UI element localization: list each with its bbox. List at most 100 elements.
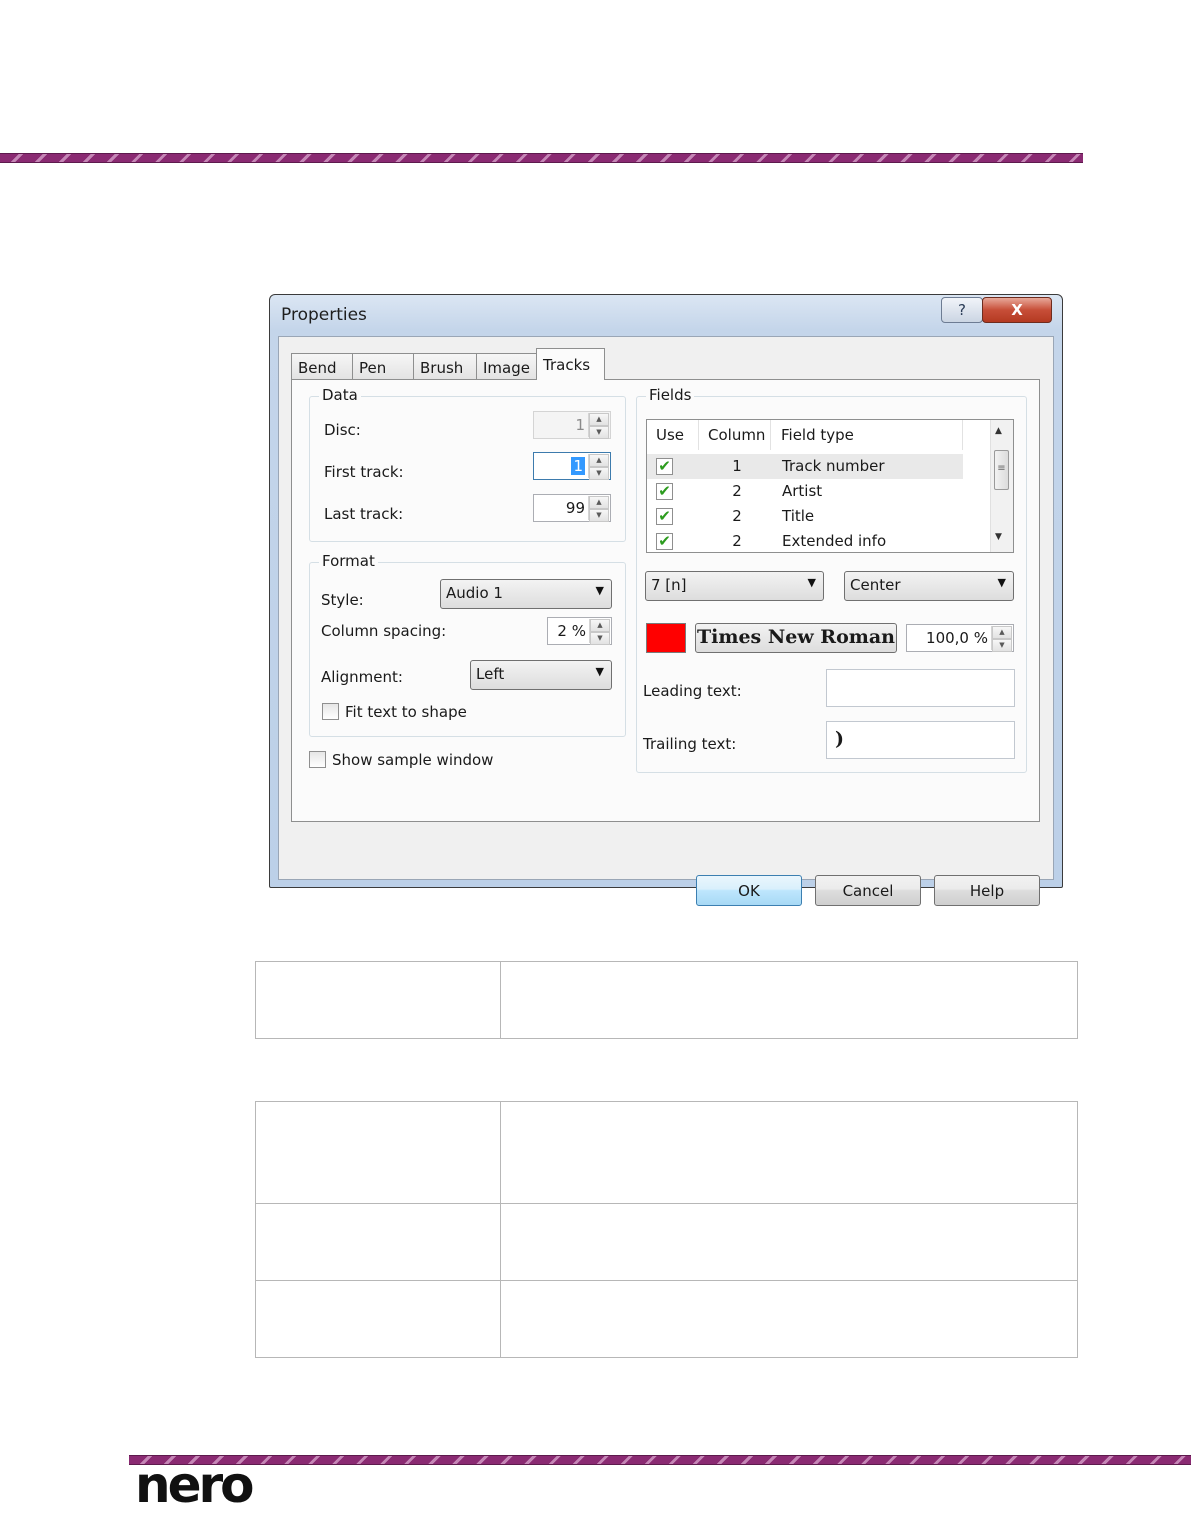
header-stripe: [0, 153, 1083, 163]
column-spacing-spinner[interactable]: 2 % ▲ ▼: [547, 617, 612, 645]
nero-logo: nero: [135, 1456, 255, 1514]
column-cell: 2: [732, 482, 742, 500]
field-type-cell: Artist: [782, 482, 823, 500]
column-cell: 2: [732, 532, 742, 550]
column-spacing-value: 2 %: [557, 622, 586, 640]
spin-up-icon[interactable]: ▲: [589, 413, 609, 426]
dropdown-arrow-icon: ▼: [595, 665, 604, 678]
column-header-use[interactable]: Use: [647, 420, 699, 450]
scroll-thumb[interactable]: ≡: [994, 450, 1009, 490]
tab-tracks[interactable]: Tracks: [536, 348, 605, 380]
use-checkbox[interactable]: ✔: [656, 533, 673, 550]
first-track-value: 1: [571, 457, 585, 475]
tab-label: Bend: [298, 359, 337, 377]
spin-down-icon[interactable]: ▼: [590, 632, 610, 645]
table-row: [255, 961, 1078, 1039]
font-scale-value: 100,0 %: [926, 629, 988, 647]
use-checkbox[interactable]: ✔: [656, 483, 673, 500]
tab-image[interactable]: Image: [476, 353, 537, 379]
column-cell: 1: [732, 457, 742, 475]
scroll-up-icon[interactable]: ▲: [995, 426, 1002, 436]
table-row: [255, 1101, 1078, 1204]
description-table-1: [255, 961, 1078, 1039]
spin-up-icon[interactable]: ▲: [589, 496, 609, 509]
help-button[interactable]: Help: [934, 875, 1040, 906]
field-type-cell: Extended info: [782, 532, 887, 550]
table-row: [255, 1280, 1078, 1358]
disc-value: 1: [575, 416, 585, 434]
spin-down-icon[interactable]: ▼: [992, 639, 1012, 652]
format-group: Format Style: Audio 1 ▼ Column spacing: …: [309, 552, 626, 737]
trailing-text-input[interactable]: ): [826, 721, 1015, 759]
tab-label: Tracks: [543, 356, 591, 374]
disc-spinner[interactable]: 1 ▲ ▼: [533, 411, 611, 439]
fields-group-label: Fields: [646, 386, 695, 404]
tab-pen[interactable]: Pen: [352, 353, 414, 379]
fields-list[interactable]: Use Column Field type ✔ 1 Track number ✔…: [646, 419, 1014, 553]
table-row[interactable]: ✔ 2 Artist: [647, 479, 963, 504]
style-label: Style:: [321, 591, 364, 609]
font-color-swatch[interactable]: [646, 623, 686, 653]
spin-up-icon[interactable]: ▲: [589, 454, 609, 467]
tab-label: Image: [483, 359, 530, 377]
field-align-combo[interactable]: Center ▼: [844, 571, 1014, 601]
tracks-tab-panel: Data Disc: 1 ▲ ▼ First track: 1 ▲ ▼ Last t…: [291, 379, 1040, 822]
dropdown-arrow-icon: ▼: [595, 584, 604, 597]
spin-up-icon[interactable]: ▲: [992, 626, 1012, 639]
last-track-label: Last track:: [324, 505, 404, 523]
question-icon: ?: [958, 301, 966, 319]
last-track-value: 99: [565, 499, 585, 517]
use-checkbox[interactable]: ✔: [656, 458, 673, 475]
show-sample-label: Show sample window: [332, 751, 494, 769]
fit-text-label: Fit text to shape: [345, 703, 467, 721]
fit-text-checkbox[interactable]: [322, 703, 339, 720]
leading-text-label: Leading text:: [643, 682, 742, 700]
table-row: [255, 1203, 1078, 1281]
scroll-down-icon[interactable]: ▼: [995, 532, 1002, 542]
data-group-label: Data: [319, 386, 361, 404]
field-type-cell: Track number: [782, 457, 885, 475]
leading-text-input[interactable]: [826, 669, 1015, 707]
style-value: Audio 1: [446, 584, 503, 602]
last-track-spinner[interactable]: 99 ▲ ▼: [533, 494, 611, 522]
properties-dialog: Properties ? X Bend Pen Brush Image Trac…: [269, 294, 1063, 906]
dialog-client-area: Bend Pen Brush Image Tracks Data Disc: 1…: [278, 336, 1054, 906]
spin-down-icon[interactable]: ▼: [589, 467, 609, 480]
alignment-value: Left: [476, 665, 505, 683]
tab-label: Pen: [359, 359, 387, 377]
spin-down-icon[interactable]: ▼: [589, 426, 609, 439]
first-track-spinner[interactable]: 1 ▲ ▼: [533, 452, 611, 480]
table-row[interactable]: ✔ 2 Title: [647, 504, 963, 529]
spin-down-icon[interactable]: ▼: [589, 509, 609, 522]
show-sample-checkbox[interactable]: [309, 751, 326, 768]
tab-label: Brush: [420, 359, 464, 377]
vertical-scrollbar[interactable]: ▲ ≡ ▼: [990, 420, 1013, 552]
alignment-label: Alignment:: [321, 668, 403, 686]
field-align-value: Center: [850, 576, 901, 594]
column-header-column[interactable]: Column: [699, 420, 771, 450]
ok-button[interactable]: OK: [696, 875, 802, 906]
font-scale-spinner[interactable]: 100,0 % ▲ ▼: [906, 624, 1014, 652]
spin-up-icon[interactable]: ▲: [590, 619, 610, 632]
column-cell: 2: [732, 507, 742, 525]
style-combo[interactable]: Audio 1 ▼: [440, 579, 612, 609]
format-combo[interactable]: 7 [n] ▼: [645, 571, 824, 601]
dialog-title: Properties: [281, 305, 367, 325]
alignment-combo[interactable]: Left ▼: [470, 660, 612, 690]
help-caption-button[interactable]: ?: [941, 297, 983, 323]
column-spacing-label: Column spacing:: [321, 622, 447, 640]
fields-group: Fields Use Column Field type ✔ 1 Track n…: [636, 386, 1027, 773]
close-button[interactable]: X: [982, 297, 1052, 323]
font-button[interactable]: Times New Roman: [695, 623, 897, 653]
cancel-button[interactable]: Cancel: [815, 875, 921, 906]
field-type-cell: Title: [782, 507, 815, 525]
disc-label: Disc:: [324, 421, 361, 439]
use-checkbox[interactable]: ✔: [656, 508, 673, 525]
close-icon: X: [1011, 301, 1023, 319]
tab-bend[interactable]: Bend: [291, 353, 353, 379]
tab-brush[interactable]: Brush: [413, 353, 477, 379]
table-row[interactable]: ✔ 1 Track number: [647, 454, 963, 479]
table-row[interactable]: ✔ 2 Extended info: [647, 529, 963, 552]
first-track-label: First track:: [324, 463, 404, 481]
column-header-field-type[interactable]: Field type: [771, 420, 963, 450]
